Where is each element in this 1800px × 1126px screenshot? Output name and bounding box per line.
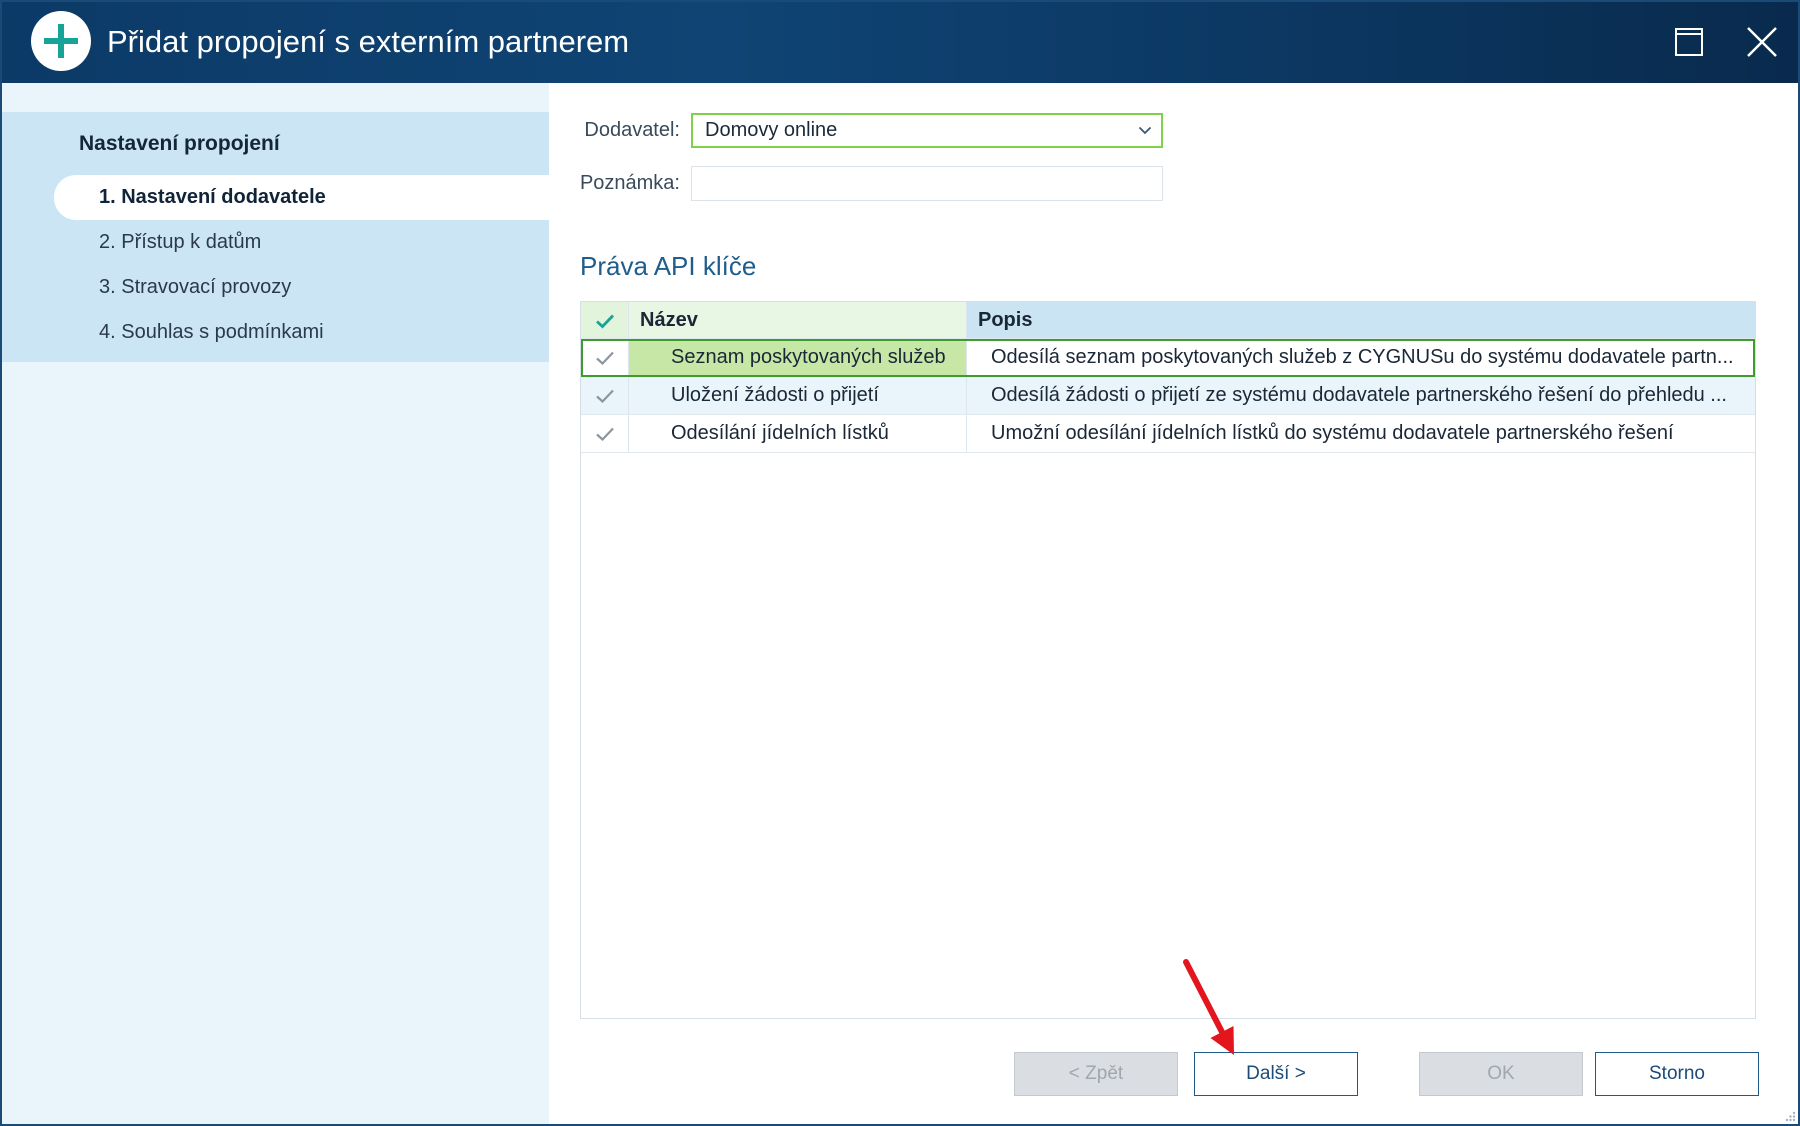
maximize-button[interactable]: [1657, 0, 1721, 83]
table-row[interactable]: Uložení žádosti o přijetí Odesílá žádost…: [581, 377, 1755, 415]
wizard-steps: 1. Nastavení dodavatele 2. Přístup k dat…: [54, 175, 549, 355]
ok-button[interactable]: OK: [1419, 1052, 1583, 1096]
header-check-cell[interactable]: [581, 302, 629, 339]
row-description: Odesílá seznam poskytovaných služeb z CY…: [967, 339, 1755, 377]
maximize-icon: [1675, 27, 1703, 56]
plus-icon: [44, 24, 78, 58]
back-button[interactable]: < Zpět: [1014, 1052, 1178, 1096]
step-catering-facilities[interactable]: 3. Stravovací provozy: [54, 265, 549, 310]
api-permissions-title: Práva API klíče: [580, 251, 757, 281]
wizard-steps-section: Nastavení propojení 1. Nastavení dodavat…: [0, 112, 549, 362]
row-description: Umožní odesílání jídelních lístků do sys…: [967, 415, 1755, 453]
column-header-description[interactable]: Popis: [967, 302, 1755, 339]
table-header: Název Popis: [581, 302, 1755, 339]
check-icon: [595, 314, 614, 329]
close-button[interactable]: [1730, 0, 1794, 83]
wizard-sidebar: Nastavení propojení 1. Nastavení dodavat…: [0, 83, 549, 1126]
step-supplier-settings[interactable]: 1. Nastavení dodavatele: [54, 175, 549, 220]
table-row[interactable]: Seznam poskytovaných služeb Odesílá sezn…: [581, 339, 1755, 377]
supplier-dropdown[interactable]: Domovy online: [691, 113, 1163, 148]
row-check-cell[interactable]: [581, 377, 629, 415]
api-permissions-table: Název Popis Seznam poskytovaných služeb …: [580, 301, 1756, 1019]
chevron-down-icon: [1138, 126, 1152, 135]
supplier-dropdown-value: Domovy online: [705, 119, 838, 141]
row-name: Odesílání jídelních lístků: [629, 415, 967, 453]
check-icon: [595, 351, 614, 365]
check-icon: [595, 427, 614, 441]
note-label: Poznámka:: [579, 172, 680, 194]
row-description: Odesílá žádosti o přijetí ze systému dod…: [967, 377, 1755, 415]
note-input[interactable]: [691, 166, 1163, 201]
next-button[interactable]: Další >: [1194, 1052, 1358, 1096]
supplier-label: Dodavatel:: [584, 119, 680, 141]
dialog-window: Přidat propojení s externím partnerem Na…: [0, 0, 1800, 1126]
column-header-name[interactable]: Název: [629, 302, 967, 339]
row-check-cell[interactable]: [581, 339, 629, 377]
row-name: Uložení žádosti o přijetí: [629, 377, 967, 415]
cancel-button[interactable]: Storno: [1595, 1052, 1759, 1096]
resize-grip-icon[interactable]: [1784, 1110, 1796, 1122]
check-icon: [595, 389, 614, 403]
window-title: Přidat propojení s externím partnerem: [107, 24, 630, 59]
app-icon: [31, 11, 91, 71]
row-check-cell[interactable]: [581, 415, 629, 453]
table-row[interactable]: Odesílání jídelních lístků Umožní odesíl…: [581, 415, 1755, 453]
step-terms-consent[interactable]: 4. Souhlas s podmínkami: [54, 310, 549, 355]
step-data-access[interactable]: 2. Přístup k datům: [54, 220, 549, 265]
close-icon: [1747, 26, 1777, 57]
title-bar[interactable]: Přidat propojení s externím partnerem: [0, 0, 1800, 83]
sidebar-heading: Nastavení propojení: [79, 132, 280, 155]
row-name: Seznam poskytovaných služeb: [629, 339, 967, 377]
